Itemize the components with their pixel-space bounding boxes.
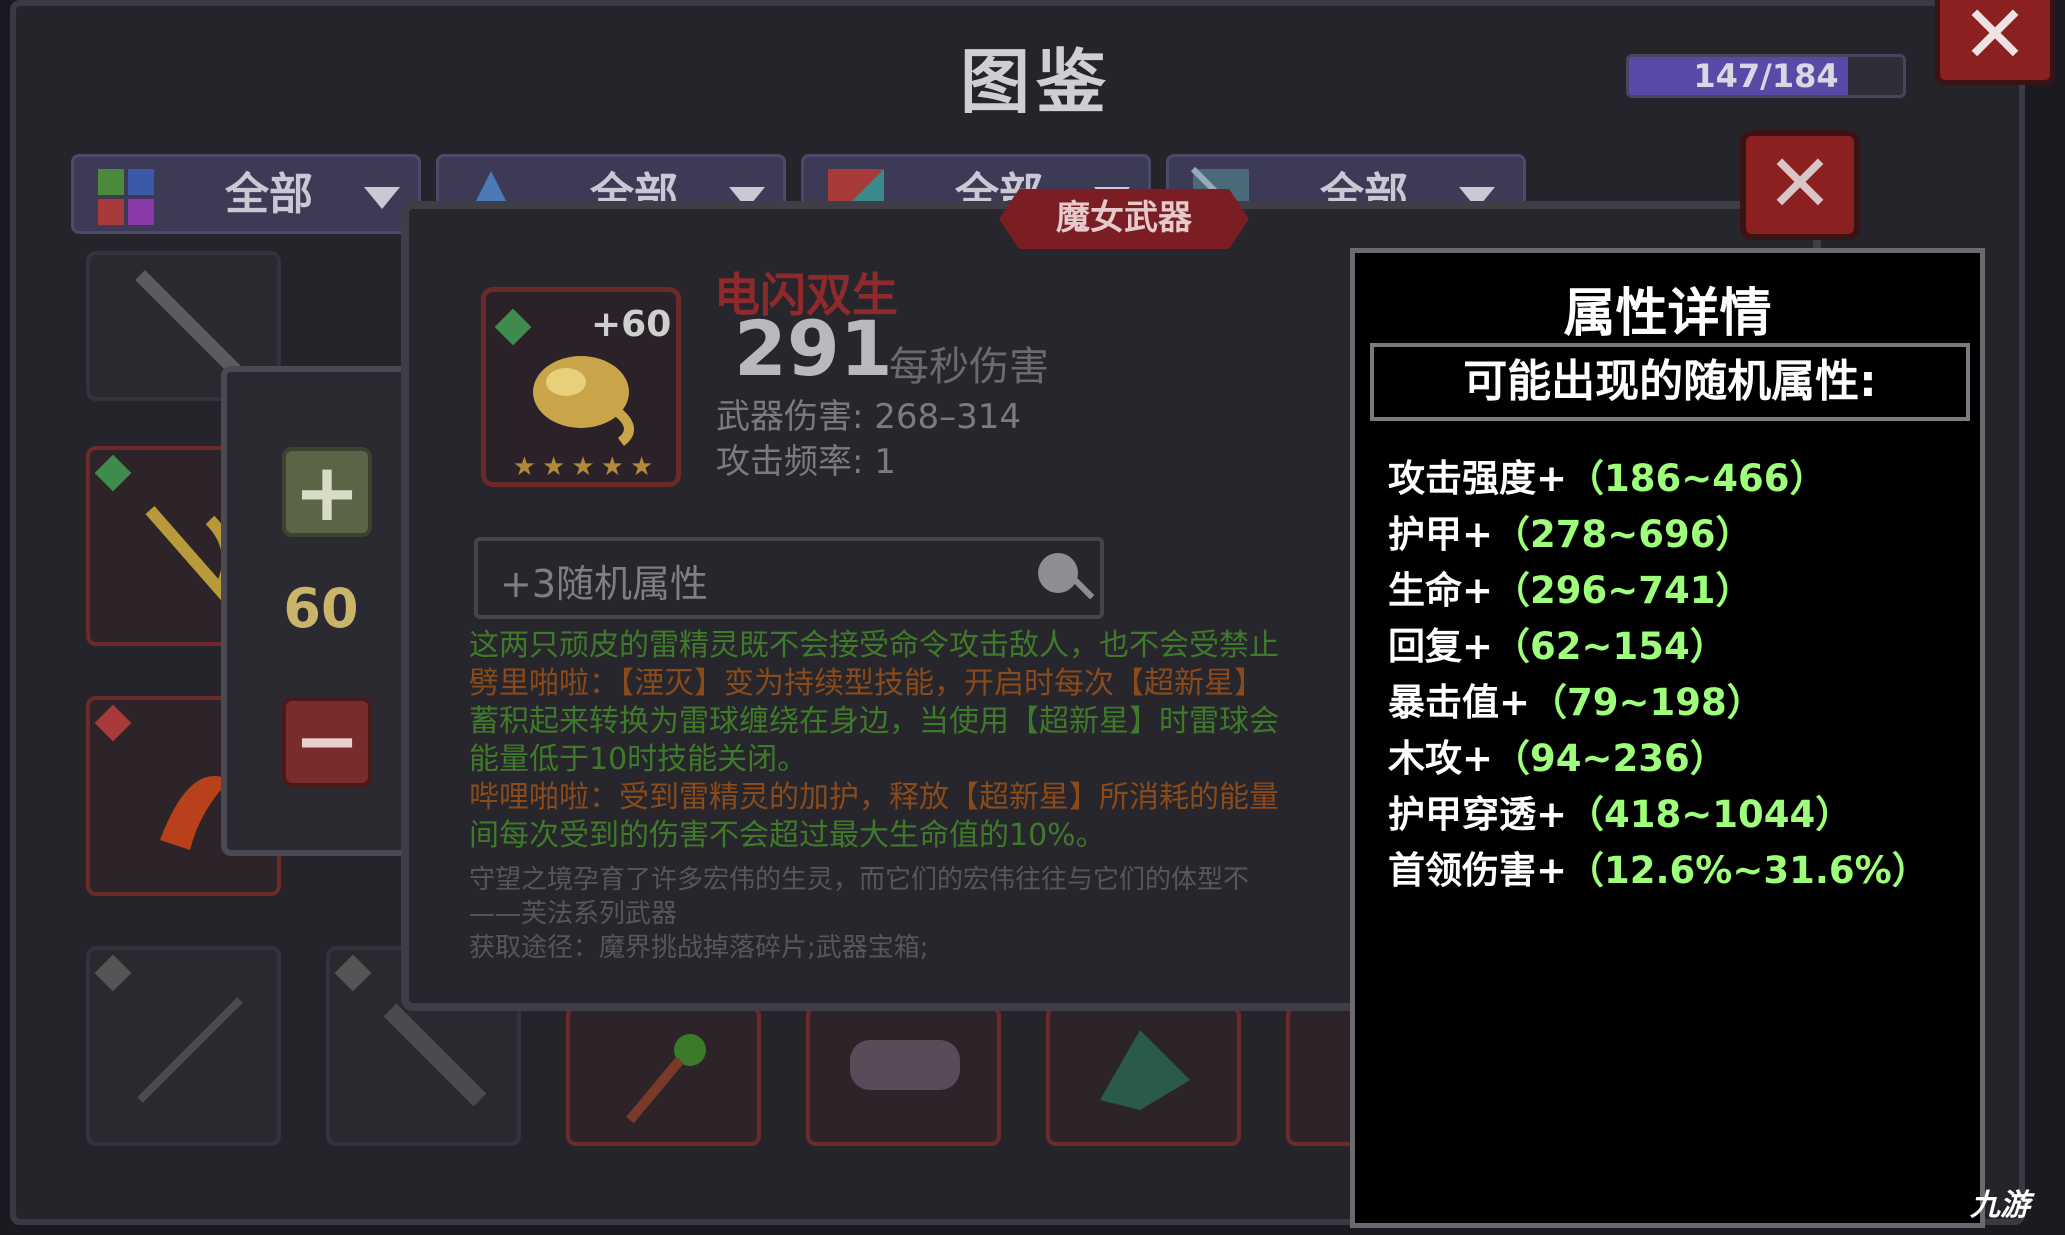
attribute-name: 攻击强度+ — [1388, 457, 1568, 500]
rarity-gem-icon — [94, 704, 132, 742]
description-line: 哔哩啪啦：受到雷精灵的加护，释放【超新星】所消耗的能量 — [469, 780, 1279, 815]
close-icon[interactable]: ✕ — [1740, 130, 1860, 240]
attribute-range: （418~1044） — [1567, 793, 1853, 836]
collection-progress-bar: 147/184 — [1626, 54, 1906, 98]
quantity-value: 60 — [283, 577, 359, 640]
weapon-slot[interactable] — [1046, 1006, 1241, 1146]
attribute-range: （186~466） — [1567, 457, 1827, 500]
attribute-row: 生命+（296~741） — [1388, 563, 1753, 619]
weapon-slot[interactable] — [806, 1006, 1001, 1146]
attribute-row: 暴击值+（79~198） — [1388, 675, 1764, 731]
attribute-row: 回复+（62~154） — [1388, 619, 1727, 675]
rarity-gem-icon — [94, 454, 132, 492]
attribute-range: （278~696） — [1493, 513, 1753, 556]
random-attribute-box[interactable]: +3随机属性 — [474, 537, 1104, 619]
attribute-name: 生命+ — [1388, 569, 1494, 612]
attribute-range: （79~198） — [1530, 681, 1764, 724]
attribute-name: 木攻+ — [1388, 737, 1494, 780]
close-icon[interactable]: ✕ — [1935, 0, 2055, 85]
attribute-panel-subtitle: 可能出现的随机属性: — [1370, 343, 1970, 421]
weapon-attack-rate: 攻击频率: 1 — [716, 442, 896, 482]
attribute-row: 首领伤害+（12.6%~31.6%） — [1388, 843, 1929, 899]
lore-line: ——芙法系列武器 — [469, 899, 678, 929]
lore-line: 守望之境孕育了许多宏伟的生灵，而它们的宏伟往往与它们的体型不 — [469, 865, 1250, 895]
watermark-logo: 九游 — [1970, 1188, 2030, 1223]
weapon-damage: 武器伤害: 268–314 — [716, 397, 1022, 437]
attribute-name: 护甲穿透+ — [1388, 793, 1568, 836]
page-title: 图鉴 — [960, 41, 1112, 123]
chevron-down-icon — [364, 187, 400, 209]
spear-icon — [137, 997, 243, 1103]
attribute-panel-title: 属性详情 — [1563, 284, 1772, 344]
source-line: 获取途径：魔界挑战掉落碎片;武器宝箱; — [469, 933, 929, 963]
attribute-range: （12.6%~31.6%） — [1567, 849, 1929, 892]
twin-lightning-spirit-icon — [533, 356, 634, 446]
plus-icon[interactable]: + — [282, 447, 372, 537]
description-line: 能量低于10时技能关闭。 — [469, 742, 808, 777]
magnifier-handle — [1071, 576, 1095, 600]
weapon-slot[interactable] — [566, 1006, 761, 1146]
attribute-name: 首领伤害+ — [1388, 849, 1568, 892]
cannon-icon — [850, 1040, 960, 1090]
weapon-icon-box: +60 ★★★★★ — [481, 287, 681, 487]
description-line: 蓄积起来转换为雷球缠绕在身边，当使用【超新星】时雷球会 — [469, 704, 1279, 739]
filter-tab-label: 全部 — [225, 169, 313, 220]
weapon-slot[interactable] — [86, 946, 281, 1146]
dps-label: 每秒伤害 — [889, 344, 1049, 390]
attribute-name: 护甲+ — [1388, 513, 1494, 556]
attribute-row: 攻击强度+（186~466） — [1388, 451, 1827, 507]
attribute-row: 护甲+（278~696） — [1388, 507, 1753, 563]
attribute-range: （296~741） — [1493, 569, 1753, 612]
weapon-category-ribbon: 魔女武器 — [999, 189, 1249, 249]
staff-icon — [626, 1034, 706, 1124]
attribute-range: （94~236） — [1493, 737, 1727, 780]
attribute-detail-panel: 属性详情 可能出现的随机属性: 攻击强度+（186~466） 护甲+（278~6… — [1350, 248, 1985, 1228]
description-line: 间每次受到的伤害不会超过最大生命值的10%。 — [469, 818, 1106, 853]
description-line: 这两只顽皮的雷精灵既不会接受命令攻击敌人，也不会受禁止 — [469, 628, 1279, 663]
star-rating: ★★★★★ — [512, 452, 660, 482]
crystal-weapon-icon — [1100, 1030, 1190, 1110]
description-line: 劈里啪啦：【湮灭】变为持续型技能，开启时每次【超新星】 — [469, 666, 1264, 701]
attribute-row: 护甲穿透+（418~1044） — [1388, 787, 1852, 843]
progress-text: 147/184 — [1693, 57, 1839, 95]
random-attribute-label: +3随机属性 — [500, 562, 709, 606]
attribute-name: 暴击值+ — [1388, 681, 1531, 724]
attribute-row: 木攻+（94~236） — [1388, 731, 1727, 787]
filter-tab-1[interactable]: 全部 — [71, 154, 421, 234]
minus-icon[interactable]: − — [282, 697, 372, 787]
magnifier-icon[interactable] — [1038, 553, 1078, 593]
attribute-range: （62~154） — [1493, 625, 1727, 668]
attribute-name: 回复+ — [1388, 625, 1494, 668]
quantity-panel: + 60 − — [221, 366, 421, 856]
grid-color-icon — [96, 167, 156, 227]
